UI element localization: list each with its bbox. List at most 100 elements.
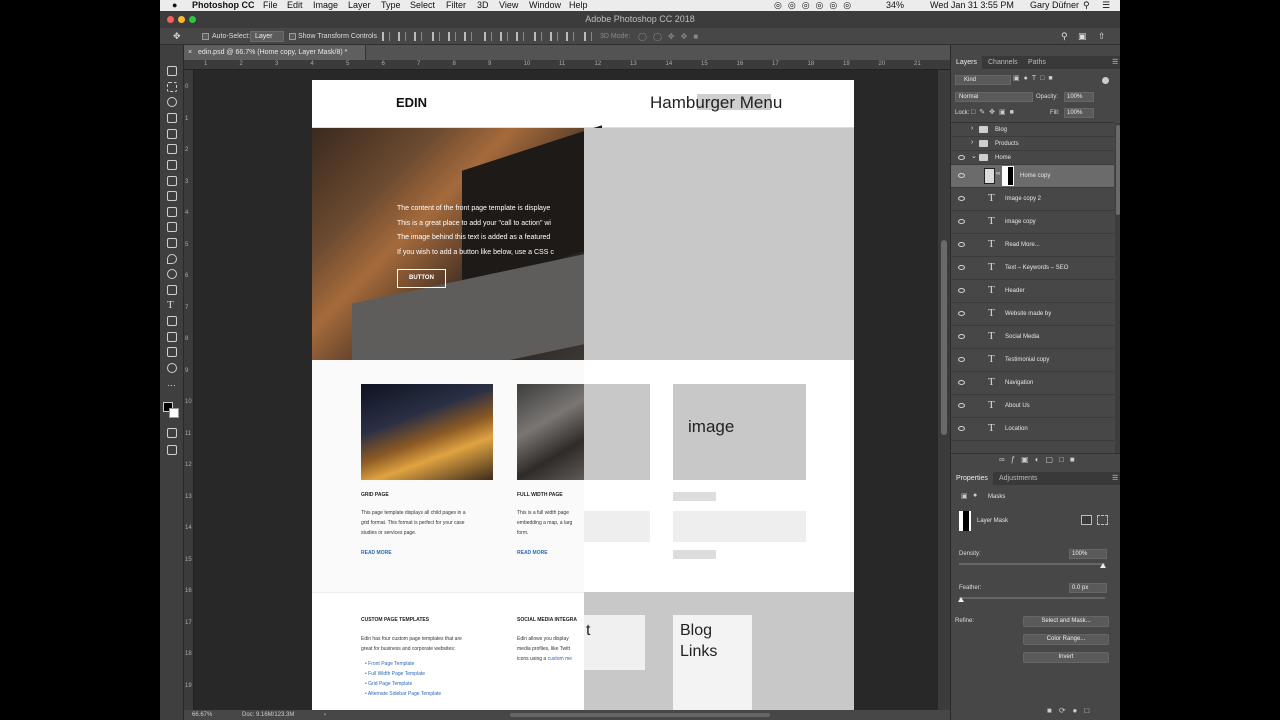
quick-mask-icon[interactable] bbox=[167, 428, 177, 438]
more-tools-icon[interactable]: … bbox=[167, 378, 176, 388]
layer-text[interactable]: T Text – Keywords – SEO bbox=[951, 257, 1114, 280]
close-tab-icon[interactable]: × bbox=[188, 45, 192, 60]
horizontal-scroll-thumb[interactable] bbox=[510, 713, 770, 717]
template-link-fullwidth[interactable]: • Full Width Page Template bbox=[365, 669, 441, 679]
layer-home-copy[interactable]: ∞ Home copy bbox=[951, 165, 1114, 188]
template-link-grid[interactable]: • Grid Page Template bbox=[365, 679, 441, 689]
healing-tool-icon[interactable] bbox=[167, 160, 177, 170]
brush-tool-icon[interactable] bbox=[167, 176, 177, 186]
visibility-eye-icon[interactable] bbox=[958, 242, 965, 247]
visibility-eye-icon[interactable] bbox=[958, 196, 965, 201]
layer-group-products[interactable]: › Products bbox=[951, 137, 1114, 151]
3d-mode-icons[interactable]: ◯◯✥✥■ bbox=[638, 28, 704, 45]
canvas-page[interactable]: EDIN Hamburger Menu The content of the f… bbox=[312, 80, 854, 710]
align-top-icon[interactable] bbox=[382, 32, 390, 41]
tab-properties[interactable]: Properties bbox=[951, 472, 993, 485]
layers-scroll-thumb[interactable] bbox=[1116, 125, 1120, 215]
expand-arrow-icon[interactable]: › bbox=[971, 125, 973, 132]
align-left-icon[interactable] bbox=[432, 32, 440, 41]
menu-edit[interactable]: Edit bbox=[287, 0, 303, 11]
menu-layer[interactable]: Layer bbox=[348, 0, 371, 11]
card-fullwidth-read-more[interactable]: READ MORE bbox=[517, 550, 548, 556]
minimize-window-button[interactable] bbox=[178, 16, 185, 23]
eyedropper-tool-icon[interactable] bbox=[167, 144, 177, 154]
vertical-scroll-thumb[interactable] bbox=[941, 240, 947, 435]
density-input[interactable]: 100% bbox=[1069, 549, 1107, 559]
eraser-tool-icon[interactable] bbox=[167, 222, 177, 232]
background-color-swatch[interactable] bbox=[169, 408, 179, 418]
visibility-eye-icon[interactable] bbox=[958, 334, 965, 339]
auto-align-icon[interactable] bbox=[584, 32, 592, 41]
visibility-eye-icon[interactable] bbox=[958, 173, 965, 178]
blend-mode-dropdown[interactable]: Normal bbox=[955, 92, 1033, 102]
layer-text[interactable]: T Website made by bbox=[951, 303, 1114, 326]
menu-image[interactable]: Image bbox=[313, 0, 338, 11]
visibility-eye-icon[interactable] bbox=[958, 219, 965, 224]
layers-footer-icons[interactable]: ∞ƒ▣◐▢□■ bbox=[999, 455, 1081, 464]
panel-menu-icon[interactable]: ☰ bbox=[1112, 56, 1118, 69]
layer-kind-filter[interactable]: Kind bbox=[955, 75, 1011, 85]
filter-toggle-icon[interactable] bbox=[1102, 77, 1109, 84]
properties-footer-icons[interactable]: ■⟳●□ bbox=[1047, 706, 1096, 715]
align-hcenter-icon[interactable] bbox=[448, 32, 456, 41]
template-link-grid-label[interactable]: Grid Page Template bbox=[368, 681, 412, 687]
type-tool-icon[interactable]: T bbox=[167, 299, 174, 311]
apple-icon[interactable]: ● bbox=[172, 0, 177, 11]
tab-channels[interactable]: Channels bbox=[988, 56, 1018, 69]
marquee-tool-icon[interactable] bbox=[167, 82, 177, 92]
search-icon[interactable]: ⚲ bbox=[1061, 28, 1068, 45]
distribute-vcenter-icon[interactable] bbox=[500, 32, 508, 41]
close-window-button[interactable] bbox=[167, 16, 174, 23]
visibility-eye-icon[interactable] bbox=[958, 380, 965, 385]
share-icon[interactable]: ⇧ bbox=[1098, 28, 1106, 45]
select-and-mask-button[interactable]: Select and Mask... bbox=[1023, 616, 1109, 627]
distribute-hcenter-icon[interactable] bbox=[550, 32, 558, 41]
notification-center-icon[interactable]: ☰ bbox=[1102, 0, 1110, 11]
density-slider-track[interactable] bbox=[959, 563, 1105, 565]
zoom-window-button[interactable] bbox=[189, 16, 196, 23]
feather-slider-handle[interactable] bbox=[958, 597, 964, 602]
ruler-vertical[interactable]: 0 1 2 3 4 5 6 7 8 9 10 11 12 13 14 15 16 17 18 19 bbox=[184, 70, 194, 710]
auto-select-checkbox[interactable] bbox=[202, 33, 209, 40]
document-tab[interactable]: × edin.psd @ 66.7% (Home copy, Layer Mas… bbox=[184, 45, 366, 60]
layer-text[interactable]: T Navigation bbox=[951, 372, 1114, 395]
workspace-icon[interactable]: ▣ bbox=[1078, 28, 1087, 45]
visibility-eye-icon[interactable] bbox=[958, 403, 965, 408]
template-link-sidebar[interactable]: • Alternate Sidebar Page Template bbox=[365, 689, 441, 699]
layer-mask-thumbnail[interactable] bbox=[1002, 166, 1014, 186]
user-name[interactable]: Gary Düfner bbox=[1030, 0, 1079, 11]
ruler-horizontal[interactable]: 1 2 3 4 5 6 7 8 9 10 11 12 13 14 15 16 17 18 19 20 21 bbox=[184, 60, 950, 70]
gradient-tool-icon[interactable] bbox=[167, 238, 177, 248]
template-link-fullwidth-label[interactable]: Full Width Page Template bbox=[368, 671, 425, 677]
distribute-bottom-icon[interactable] bbox=[516, 32, 524, 41]
status-arrow-icon[interactable]: › bbox=[324, 710, 326, 720]
rectangle-tool-icon[interactable] bbox=[167, 332, 177, 342]
feather-input[interactable]: 0.0 px bbox=[1069, 583, 1107, 593]
align-right-icon[interactable] bbox=[464, 32, 472, 41]
menu-select[interactable]: Select bbox=[410, 0, 435, 11]
density-slider-handle[interactable] bbox=[1100, 563, 1106, 568]
stamp-tool-icon[interactable] bbox=[167, 191, 177, 201]
visibility-eye-icon[interactable] bbox=[958, 265, 965, 270]
menu-3d[interactable]: 3D bbox=[477, 0, 489, 11]
dodge-tool-icon[interactable] bbox=[167, 269, 177, 279]
layer-text[interactable]: T Read More... bbox=[951, 234, 1114, 257]
pen-tool-icon[interactable] bbox=[167, 285, 177, 295]
footer-social-link[interactable]: custom me bbox=[548, 656, 572, 662]
layer-group-blog[interactable]: › Blog bbox=[951, 123, 1114, 137]
menu-filter[interactable]: Filter bbox=[446, 0, 466, 11]
tab-layers[interactable]: Layers bbox=[951, 56, 983, 69]
visibility-eye-icon[interactable] bbox=[958, 426, 965, 431]
menu-type[interactable]: Type bbox=[381, 0, 401, 11]
layer-text[interactable]: T Location bbox=[951, 418, 1114, 441]
quick-select-tool-icon[interactable] bbox=[167, 113, 177, 123]
clock[interactable]: Wed Jan 31 3:55 PM bbox=[930, 0, 1014, 11]
vector-mask-icon[interactable]: ● bbox=[973, 492, 977, 499]
expand-arrow-icon[interactable]: › bbox=[971, 139, 973, 146]
invert-button[interactable]: Invert bbox=[1023, 652, 1109, 663]
distribute-left-icon[interactable] bbox=[534, 32, 542, 41]
layer-text[interactable]: T Testimonial copy bbox=[951, 349, 1114, 372]
panel-menu-icon[interactable]: ☰ bbox=[1112, 472, 1118, 485]
show-transform-checkbox[interactable] bbox=[289, 33, 296, 40]
menu-help[interactable]: Help bbox=[569, 0, 588, 11]
